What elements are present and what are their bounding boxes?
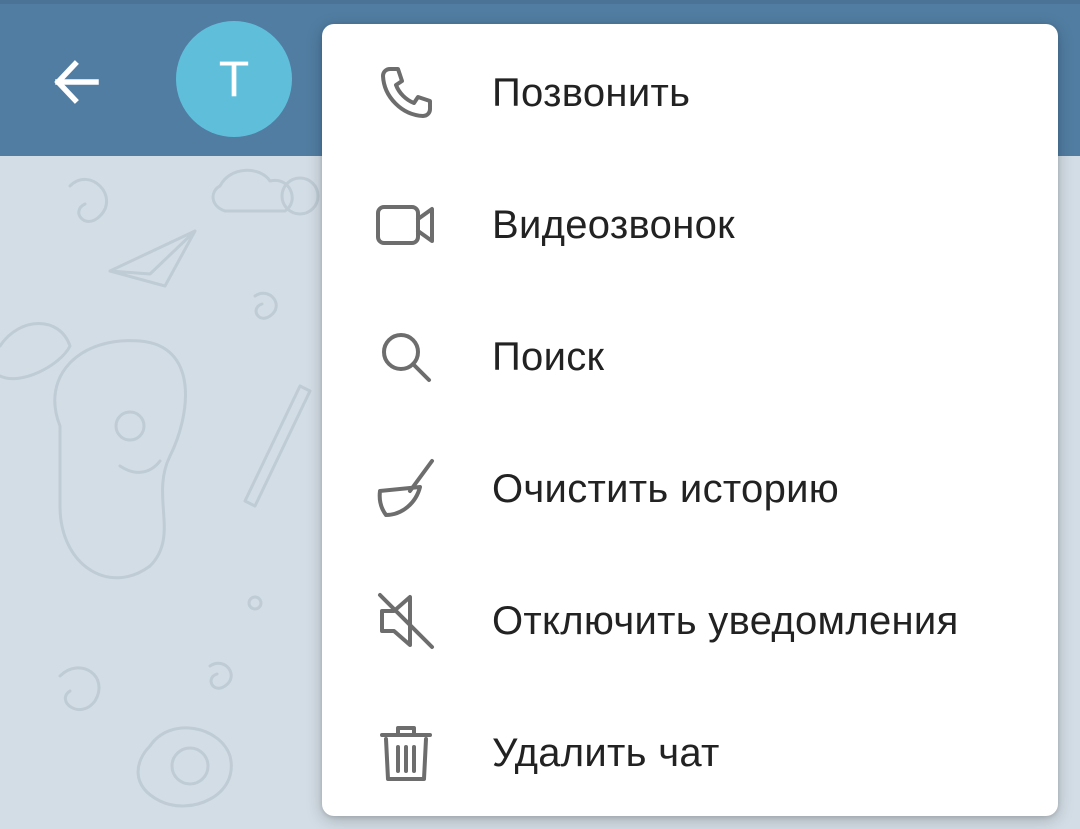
menu-item-label: Отключить уведомления (492, 598, 959, 643)
search-icon (370, 321, 442, 393)
menu-item-search[interactable]: Поиск (322, 291, 1058, 423)
phone-icon (370, 57, 442, 129)
menu-item-label: Поиск (492, 334, 605, 379)
menu-item-label: Очистить историю (492, 466, 840, 511)
video-camera-icon (370, 189, 442, 261)
arrow-left-icon (54, 60, 99, 104)
broom-icon (370, 453, 442, 525)
menu-item-delete-chat[interactable]: Удалить чат (322, 687, 1058, 819)
menu-item-call[interactable]: Позвонить (322, 27, 1058, 159)
menu-item-video-call[interactable]: Видеозвонок (322, 159, 1058, 291)
menu-item-clear-history[interactable]: Очистить историю (322, 423, 1058, 555)
back-button[interactable] (40, 46, 112, 118)
chat-options-menu: Позвонить Видеозвонок Поиск Очистить ист… (322, 24, 1058, 816)
menu-item-mute[interactable]: Отключить уведомления (322, 555, 1058, 687)
avatar[interactable]: T (176, 21, 292, 137)
menu-item-label: Видеозвонок (492, 202, 735, 247)
trash-icon (370, 717, 442, 789)
avatar-letter: T (218, 51, 250, 107)
menu-item-label: Удалить чат (492, 730, 720, 775)
header-top-border (0, 0, 1080, 4)
menu-item-label: Позвонить (492, 70, 691, 115)
mute-icon (370, 585, 442, 657)
